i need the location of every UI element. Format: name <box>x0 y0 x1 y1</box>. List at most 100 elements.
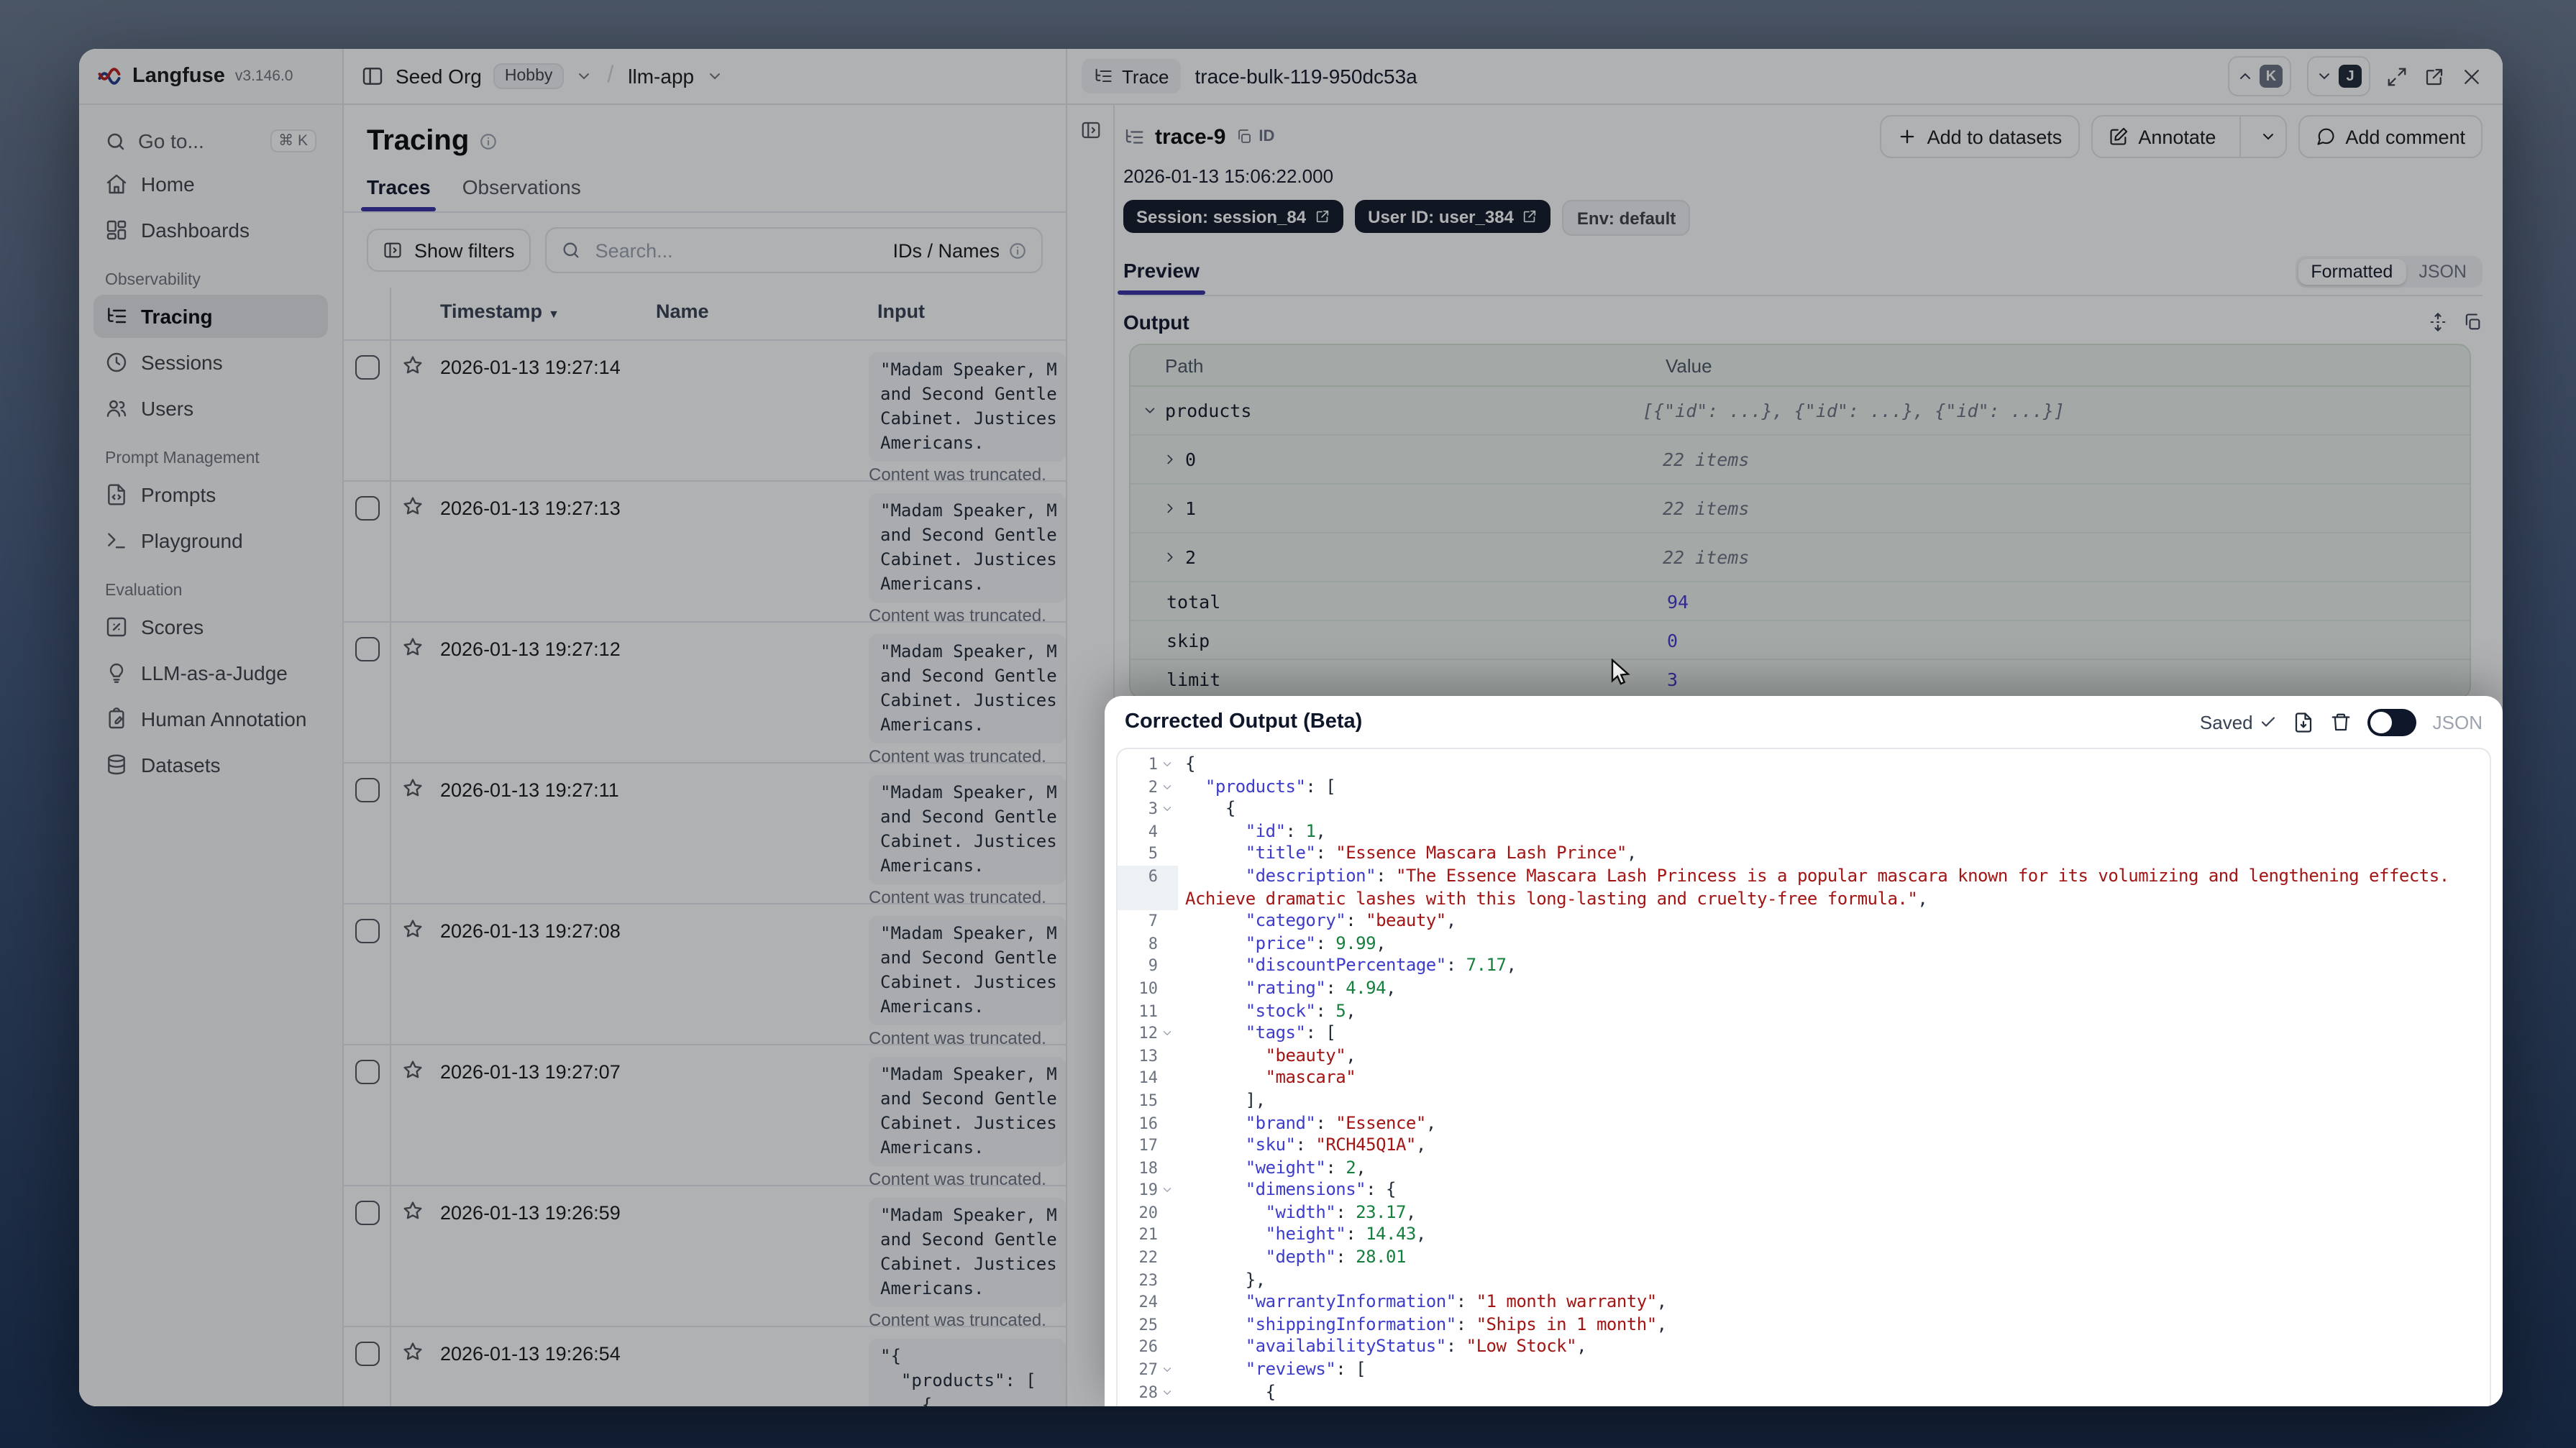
line-gutter: 16 <box>1118 1112 1178 1135</box>
line-number: 13 <box>1138 1046 1159 1066</box>
line-gutter: 14 <box>1118 1068 1178 1090</box>
code-line-27[interactable]: 27 "reviews": [ <box>1118 1359 2490 1381</box>
code-content: "brand": "Essence", <box>1245 1112 1437 1132</box>
code-line-22[interactable]: 22 "depth": 28.01 <box>1118 1247 2490 1269</box>
code-line-15[interactable]: 15 ], <box>1118 1090 2490 1112</box>
line-gutter: 4 <box>1118 821 1178 843</box>
code-line-9[interactable]: 9 "discountPercentage": 7.17, <box>1118 956 2490 978</box>
line-gutter: 8 <box>1118 933 1178 956</box>
code-line-3[interactable]: 3 { <box>1118 798 2490 820</box>
fold-icon[interactable] <box>1158 753 1175 771</box>
line-gutter: 6 <box>1118 865 1178 911</box>
code-line-2[interactable]: 2 "products": [ <box>1118 776 2490 798</box>
code-line-7[interactable]: 7 "category": "beauty", <box>1118 910 2490 933</box>
code-line-18[interactable]: 18 "weight": 2, <box>1118 1157 2490 1179</box>
line-gutter: 19 <box>1118 1180 1178 1202</box>
saved-label: Saved <box>2199 711 2253 733</box>
fold-icon[interactable] <box>1158 798 1175 815</box>
line-number: 18 <box>1138 1158 1159 1178</box>
line-number: 7 <box>1148 912 1158 931</box>
line-number: 17 <box>1138 1136 1159 1155</box>
code-line-16[interactable]: 16 "brand": "Essence", <box>1118 1112 2490 1135</box>
line-number: 12 <box>1138 1024 1159 1043</box>
fold-icon[interactable] <box>1158 1381 1175 1398</box>
line-gutter: 28 <box>1118 1381 1178 1403</box>
code-line-23[interactable]: 23 }, <box>1118 1269 2490 1291</box>
code-line-17[interactable]: 17 "sku": "RCH45Q1A", <box>1118 1135 2490 1157</box>
code-line-12[interactable]: 12 "tags": [ <box>1118 1022 2490 1045</box>
check-icon <box>2262 717 2275 727</box>
code-content: ], <box>1185 1089 1266 1110</box>
line-gutter: 26 <box>1118 1337 1178 1359</box>
code-line-4[interactable]: 4 "id": 1, <box>1118 821 2490 843</box>
code-content: }, <box>1185 1269 1266 1290</box>
code-content: "category": "beauty", <box>1245 910 1456 931</box>
fold-icon[interactable] <box>1158 1022 1175 1040</box>
line-number: 24 <box>1138 1293 1159 1312</box>
delete-button[interactable] <box>2331 711 2352 733</box>
line-gutter: 1 <box>1118 753 1178 776</box>
code-content: "availabilityStatus": "Low Stock", <box>1245 1336 1587 1357</box>
line-gutter: 15 <box>1118 1090 1178 1112</box>
file-down-icon <box>2296 712 2312 732</box>
code-line-19[interactable]: 19 "dimensions": { <box>1118 1180 2490 1202</box>
line-gutter: 9 <box>1118 956 1178 978</box>
code-line-13[interactable]: 13 "beauty", <box>1118 1045 2490 1067</box>
line-number: 14 <box>1138 1068 1159 1088</box>
code-content: "sku": "RCH45Q1A", <box>1245 1135 1427 1155</box>
line-number: 8 <box>1148 934 1158 953</box>
line-gutter: 2 <box>1118 776 1178 798</box>
line-gutter: 25 <box>1118 1314 1178 1337</box>
trash-icon <box>2332 712 2351 730</box>
line-number: 23 <box>1138 1270 1159 1290</box>
line-number: 6 <box>1148 866 1158 886</box>
code-line-5[interactable]: 5 "title": "Essence Mascara Lash Prince"… <box>1118 843 2490 866</box>
code-line-25[interactable]: 25 "shippingInformation": "Ships in 1 mo… <box>1118 1314 2490 1337</box>
line-gutter: 5 <box>1118 843 1178 866</box>
corrected-output-card: Corrected Output (Beta) Saved JSON 1 {2… <box>1105 696 2503 1406</box>
code-line-11[interactable]: 11 "stock": 5, <box>1118 1000 2490 1022</box>
code-line-14[interactable]: 14 "mascara" <box>1118 1068 2490 1090</box>
line-number: 5 <box>1148 844 1158 863</box>
code-content: "beauty", <box>1265 1045 1356 1066</box>
code-line-8[interactable]: 8 "price": 9.99, <box>1118 933 2490 956</box>
code-content: "discountPercentage": 7.17, <box>1245 955 1517 976</box>
line-number: 26 <box>1138 1337 1159 1357</box>
mouse-cursor <box>1611 659 1630 685</box>
code-line-6[interactable]: 6 "description": "The Essence Mascara La… <box>1118 865 2490 911</box>
fold-icon[interactable] <box>1158 1180 1175 1197</box>
save-file-button[interactable] <box>2293 711 2315 733</box>
line-gutter: 13 <box>1118 1045 1178 1067</box>
line-number: 16 <box>1138 1114 1159 1132</box>
code-line-28[interactable]: 28 { <box>1118 1381 2490 1403</box>
line-gutter: 20 <box>1118 1202 1178 1224</box>
fold-icon[interactable] <box>1158 776 1175 793</box>
line-number: 21 <box>1138 1225 1159 1245</box>
line-number: 25 <box>1138 1315 1159 1334</box>
json-toggle[interactable] <box>2367 708 2417 736</box>
line-gutter: 27 <box>1118 1359 1178 1381</box>
code-line-10[interactable]: 10 "rating": 4.94, <box>1118 978 2490 1000</box>
line-number: 4 <box>1148 822 1158 841</box>
line-gutter: 7 <box>1118 910 1178 933</box>
fold-icon[interactable] <box>1158 1359 1175 1376</box>
line-gutter: 22 <box>1118 1247 1178 1269</box>
line-number: 11 <box>1138 1002 1159 1021</box>
line-gutter: 18 <box>1118 1157 1178 1179</box>
code-line-20[interactable]: 20 "width": 23.17, <box>1118 1202 2490 1224</box>
code-line-24[interactable]: 24 "warrantyInformation": "1 month warra… <box>1118 1292 2490 1314</box>
code-line-21[interactable]: 21 "height": 14.43, <box>1118 1224 2490 1247</box>
code-line-1[interactable]: 1{ <box>1118 753 2490 776</box>
json-code-editor[interactable]: 1{2 "products": [3 {4 "id": 1, 5 "title":… <box>1116 748 2491 1406</box>
code-line-26[interactable]: 26 "availabilityStatus": "Low Stock", <box>1118 1337 2490 1359</box>
